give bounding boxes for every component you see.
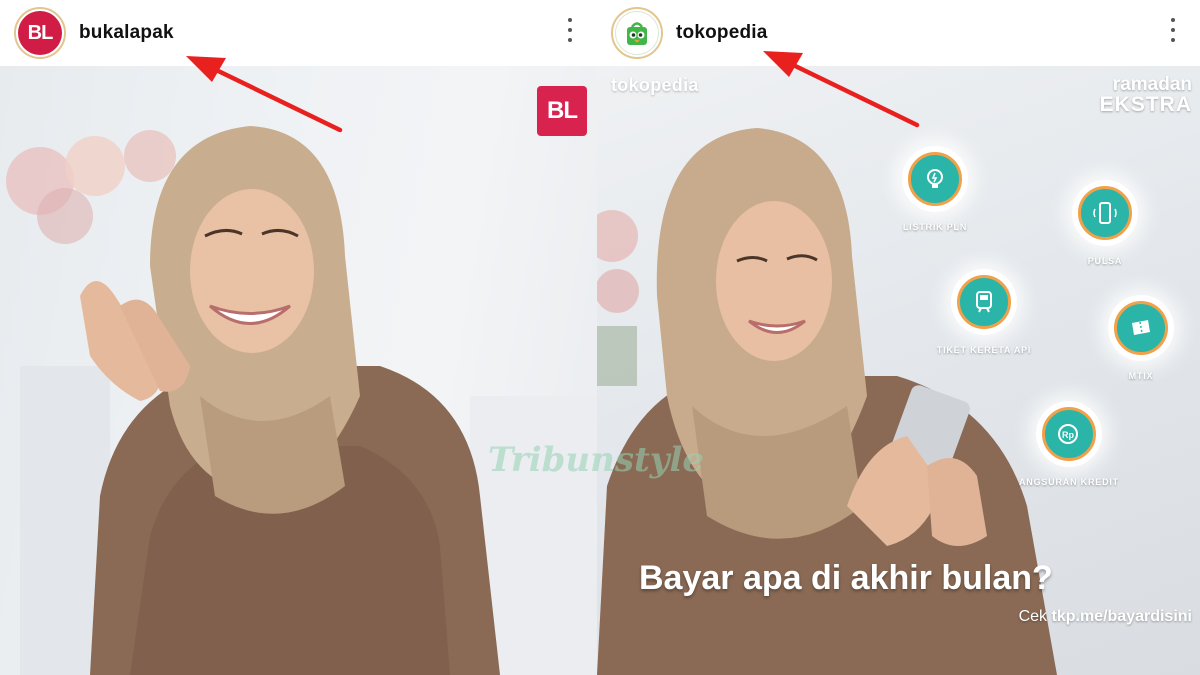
tokopedia-wordmark: tokopedia [611,75,699,95]
bukalapak-post: BL bukalapak BL [0,0,597,675]
service-label: TIKET KERETA API [936,345,1032,355]
cta-link[interactable]: tkp.me/bayardisini [1052,608,1193,625]
username-label[interactable]: bukalapak [79,22,174,44]
service-mtix: MTIX [1076,295,1200,381]
bukalapak-logo-icon: BL [18,11,62,55]
profile-avatar[interactable]: BL [14,7,66,59]
tokopedia-post: tokopedia tokopedia ramadan EKSTRA LISTR… [597,0,1200,675]
service-label: MTIX [1128,371,1154,381]
ticket-icon [1114,301,1168,355]
service-angsuran-kredit: Rp ANGSURAN KREDIT [1004,401,1134,487]
service-tiket-kereta-api: TIKET KERETA API [919,269,1049,355]
tokopedia-bag-icon [615,11,659,55]
ramadan-ekstra-logo: ramadan EKSTRA [1100,75,1192,115]
username-label[interactable]: tokopedia [676,22,768,44]
cta-prefix: Cek [1018,608,1052,625]
service-pulsa: PULSA [1040,180,1170,266]
service-label: ANGSURAN KREDIT [1018,477,1119,487]
woman-photo-illustration [6,126,597,675]
campaign-line-2: EKSTRA [1099,93,1192,116]
post-image[interactable]: BL [0,66,597,675]
service-listrik-pln: LISTRIK PLN [870,146,1000,232]
bulb-icon [908,152,962,206]
service-label: PULSA [1087,256,1123,266]
service-label: LISTRIK PLN [902,222,968,232]
post-header: BL bukalapak [0,0,597,66]
tribunstyle-watermark: Tribunstyle [488,440,705,480]
ad-headline: Bayar apa di akhir bulan? [639,559,1053,597]
more-options-icon[interactable] [1166,16,1180,44]
bukalapak-brand-logo: BL [537,86,587,136]
phone-icon [1078,186,1132,240]
rupiah-coin-icon: Rp [1042,407,1096,461]
train-icon [957,275,1011,329]
svg-text:Rp: Rp [1062,430,1074,440]
campaign-line-1: ramadan [1112,74,1192,95]
more-options-icon[interactable] [563,16,577,44]
post-image[interactable]: tokopedia ramadan EKSTRA LISTRIK PLN PUL… [597,66,1200,675]
profile-avatar[interactable] [611,7,663,59]
ad-cta: Cek tkp.me/bayardisini [1019,608,1192,626]
post-header: tokopedia [597,0,1200,66]
